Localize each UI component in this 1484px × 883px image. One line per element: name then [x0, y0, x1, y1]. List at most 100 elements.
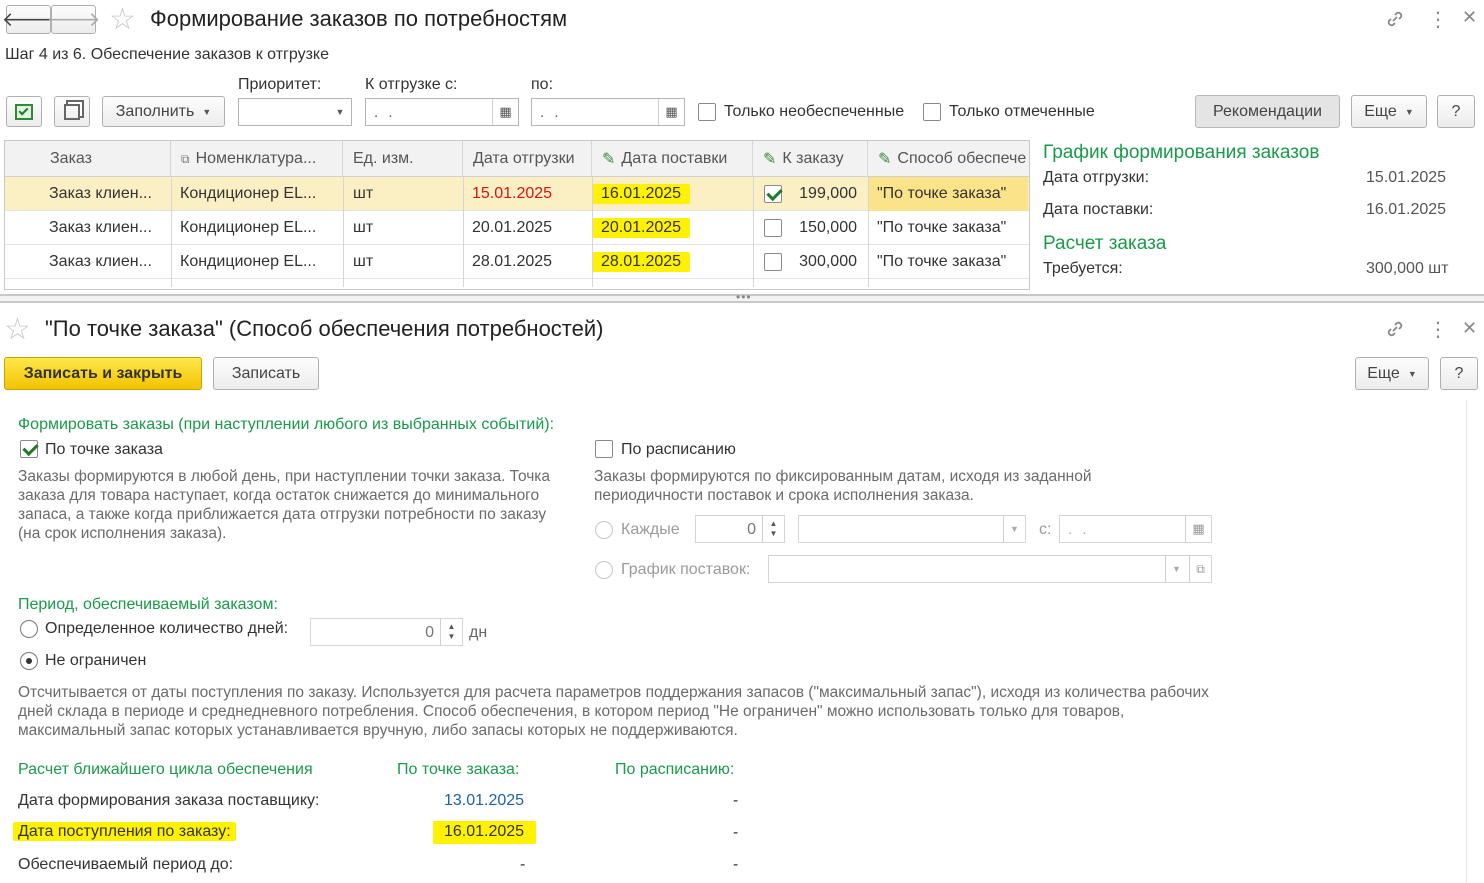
stepper-icon[interactable]: ▲ ▼ [440, 619, 462, 645]
close-icon[interactable]: ✕ [1462, 7, 1477, 28]
caret-down-icon[interactable]: ▼ [1165, 556, 1187, 582]
col-to-order[interactable]: ✎ К заказу [753, 141, 868, 177]
calendar-icon[interactable]: ▦ [492, 99, 518, 125]
more-vertical-icon[interactable]: ⋮ [1428, 7, 1448, 32]
favorite-star-icon[interactable]: ☆ [4, 315, 31, 345]
fixed-days-radio[interactable] [20, 620, 38, 638]
col-ship-date[interactable]: Дата отгрузки [463, 141, 592, 177]
recommendations-button[interactable]: Рекомендации [1195, 95, 1340, 128]
unlimited-label[interactable]: Не ограничен [45, 652, 146, 670]
each-radio[interactable] [595, 521, 613, 539]
calendar-icon[interactable]: ▦ [658, 99, 684, 125]
table-row[interactable]: Заказ клиен... Кондиционер EL... шт 15.0… [5, 177, 1029, 211]
unlimited-radio[interactable] [20, 652, 38, 670]
by-point-checkbox[interactable] [20, 440, 38, 458]
order-date-point-value[interactable]: 13.01.2025 [444, 792, 524, 810]
caret-down-icon[interactable]: ▼ [329, 99, 351, 125]
back-button[interactable]: 🡐 [2, 5, 55, 34]
fixed-days-label[interactable]: Определенное количество дней: [45, 620, 288, 638]
cell-item: Кондиционер EL... [180, 185, 317, 202]
open-icon[interactable]: ⧉ [1189, 556, 1211, 582]
by-schedule-label[interactable]: По расписанию [621, 441, 736, 459]
cell-qty[interactable]: 199,000 [795, 177, 857, 211]
row-checkbox[interactable] [764, 185, 782, 203]
col-supply-date[interactable]: ✎ Дата поставки [592, 141, 753, 177]
from-date-field[interactable]: . . ▦ [1059, 515, 1212, 543]
col-method-label: Способ обеспече [897, 150, 1027, 167]
cell-method[interactable]: "По точке заказа" [868, 245, 1028, 279]
more-button-top[interactable]: Еще ▼ [1351, 95, 1427, 128]
supply-schedule-select[interactable]: ⧉ ▼ [768, 555, 1212, 583]
column-divider [753, 177, 754, 287]
only-marked-label[interactable]: Только отмеченные [949, 103, 1095, 121]
col-order[interactable]: Заказ [39, 141, 171, 177]
by-schedule-checkbox[interactable] [595, 440, 613, 458]
only-unprovided-label[interactable]: Только необеспеченные [724, 103, 904, 121]
table-row[interactable]: Заказ клиен... Кондиционер EL... шт 20.0… [5, 211, 1029, 245]
period-description: Отсчитывается от даты поступления по зак… [18, 684, 1209, 739]
form-orders-label: Формировать заказы (при наступлении любо… [18, 416, 555, 433]
cell-supply-date[interactable]: 20.01.2025 [592, 211, 752, 245]
calendar-icon[interactable]: ▦ [1185, 516, 1211, 542]
each-count-field[interactable]: 0 ▲ ▼ [695, 515, 785, 543]
each-label: Каждые [621, 521, 680, 538]
help-button-form[interactable]: ? [1440, 357, 1478, 390]
save-and-close-button[interactable]: Записать и закрыть [4, 357, 202, 390]
recommendations-label: Рекомендации [1213, 102, 1322, 120]
copy-button[interactable] [54, 96, 90, 127]
pencil-icon: ✎ [763, 151, 777, 168]
cell-qty[interactable]: 300,000 [795, 245, 857, 279]
only-unprovided-checkbox[interactable] [698, 103, 716, 121]
more-button-form[interactable]: Еще ▼ [1355, 357, 1429, 390]
row-checkbox[interactable] [764, 219, 782, 237]
col-unit-label: Ед. изм. [353, 150, 414, 167]
select-all-button[interactable] [6, 96, 42, 127]
cell-method[interactable]: "По точке заказа" [868, 177, 1028, 211]
link-icon[interactable] [1384, 8, 1406, 35]
forward-button[interactable]: 🡒 [47, 5, 100, 34]
priority-select[interactable]: ▼ [238, 98, 352, 126]
receipt-date-point-value: 16.01.2025 [433, 821, 537, 844]
period-label: Период, обеспечиваемый заказом: [18, 596, 278, 613]
order-date-label: Дата формирования заказа поставщику: [18, 792, 320, 809]
stepper-icon[interactable]: ▲ ▼ [762, 516, 784, 542]
ship-from-date-field[interactable]: . . ▦ [365, 98, 519, 126]
days-unit: дн [469, 624, 488, 641]
cell-ship-date: 20.01.2025 [472, 219, 553, 236]
side-supply-date-label: Дата поставки: [1043, 201, 1154, 218]
caret-down-icon[interactable]: ▼ [1003, 516, 1025, 542]
row-checkbox[interactable] [764, 253, 782, 271]
ship-to-date-value: . . [540, 104, 562, 121]
by-point-label[interactable]: По точке заказа [45, 441, 163, 459]
col-unit[interactable]: Ед. изм. [343, 141, 463, 177]
more-label: Еще [1364, 102, 1397, 120]
scrollbar[interactable] [1466, 400, 1478, 883]
cell-qty[interactable]: 150,000 [795, 211, 857, 245]
fill-button[interactable]: Заполнить ▼ [102, 96, 225, 127]
table-row[interactable]: Заказ клиен... Кондиционер EL... шт 28.0… [5, 245, 1029, 279]
cell-supply-date[interactable]: 16.01.2025 [592, 177, 752, 211]
more-vertical-icon[interactable]: ⋮ [1428, 317, 1448, 342]
panel-splitter[interactable]: ••• [0, 290, 1484, 304]
supply-date-highlight: 20.01.2025 [592, 218, 691, 238]
cell-unit: шт [353, 253, 374, 270]
col-ship-date-label: Дата отгрузки [473, 150, 575, 167]
save-label: Записать [231, 364, 301, 382]
only-marked-checkbox[interactable] [923, 103, 941, 121]
favorite-star-icon[interactable]: ☆ [109, 5, 136, 35]
close-icon[interactable]: ✕ [1462, 318, 1477, 339]
help-button-top[interactable]: ? [1437, 95, 1475, 128]
col-item[interactable]: ⧉ Номенклатура... [171, 141, 343, 177]
pencil-icon: ✎ [602, 151, 616, 168]
each-period-select[interactable]: ▼ [798, 515, 1026, 543]
days-count-field[interactable]: 0 ▲ ▼ [310, 618, 463, 646]
supply-schedule-radio[interactable] [595, 561, 613, 579]
cell-method[interactable]: "По точке заказа" [868, 211, 1028, 245]
col-method[interactable]: ✎ Способ обеспече [868, 141, 1029, 177]
help-label: ? [1451, 102, 1461, 120]
ship-to-date-field[interactable]: . . ▦ [531, 98, 685, 126]
link-icon[interactable] [1384, 318, 1406, 345]
step-subtitle: Шаг 4 из 6. Обеспечение заказов к отгруз… [5, 46, 329, 63]
save-button[interactable]: Записать [213, 357, 319, 390]
cell-supply-date[interactable]: 28.01.2025 [592, 245, 752, 279]
